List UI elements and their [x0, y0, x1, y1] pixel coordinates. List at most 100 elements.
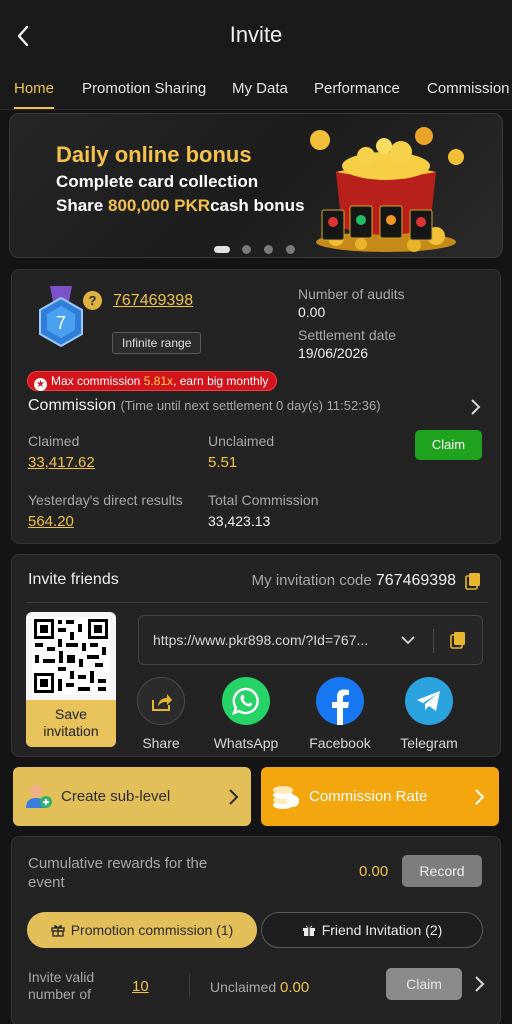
promo-banner[interactable]: Daily online bonus Complete card collect…: [9, 113, 503, 258]
treasure-pot-icon: [310, 127, 464, 252]
carousel-dot[interactable]: [286, 245, 295, 255]
cumulative-rewards-label: Cumulative rewards for the event: [28, 855, 208, 891]
telegram-button[interactable]: Telegram: [389, 677, 469, 751]
invite-link: https://www.pkr898.com/?Id=767...: [153, 632, 369, 648]
banner-line-1: Complete card collection: [56, 172, 259, 191]
carousel-dot[interactable]: [242, 245, 251, 255]
max-commission-value: 5.81x: [143, 374, 174, 388]
coins-icon: [273, 786, 299, 809]
unclaimed-label: Unclaimed: [208, 433, 275, 449]
telegram-icon: [405, 677, 453, 725]
gift-icon: [302, 925, 315, 936]
valid-invites-value: 10: [132, 978, 149, 995]
carousel-dot[interactable]: [214, 246, 230, 254]
banner-amount: 800,000 PKR: [107, 196, 211, 215]
facebook-icon: [316, 677, 364, 725]
vip-level-badge: 7: [39, 286, 83, 348]
tab-friend-invitation[interactable]: Friend Invitation (2): [261, 912, 483, 948]
rewards-unclaimed-label: Unclaimed: [210, 979, 277, 995]
copy-icon[interactable]: [450, 631, 466, 649]
unclaimed-value: 5.51: [208, 454, 238, 471]
chevron-right-icon: [229, 789, 239, 805]
total-commission-value: 33,423.13: [208, 513, 271, 529]
tab-performance[interactable]: Performance: [314, 80, 400, 97]
active-tab-indicator: [14, 107, 54, 109]
user-add-icon: [26, 785, 52, 808]
rewards-card: Cumulative rewards for the event 0.00 Re…: [11, 836, 501, 1024]
max-commission-suffix: , earn big monthly: [173, 374, 269, 388]
create-sub-level-label: Create sub-level: [61, 788, 171, 805]
telegram-label: Telegram: [400, 735, 458, 751]
yesterday-label: Yesterday's direct results: [28, 492, 183, 508]
invite-card: Invite friends My invitation code 767469…: [11, 554, 501, 757]
commission-rate-label: Commission Rate: [309, 788, 428, 805]
commission-title[interactable]: Commission (Time until next settlement 0…: [28, 397, 381, 415]
share-button[interactable]: Share: [121, 677, 201, 751]
yesterday-value: 564.20: [28, 513, 74, 530]
audits-label: Number of audits: [298, 286, 405, 302]
rewards-claim-button[interactable]: Claim: [386, 968, 462, 1000]
settlement-value: 19/06/2026: [298, 345, 369, 361]
user-id: 767469398: [113, 292, 194, 309]
qr-code-card[interactable]: Save invitation: [26, 612, 116, 747]
divider: [433, 629, 434, 653]
chevron-right-icon: [475, 789, 485, 805]
whatsapp-icon: [222, 677, 270, 725]
settlement-label: Settlement date: [298, 327, 397, 343]
divider: [26, 602, 488, 603]
invitation-code-value: 767469398: [375, 572, 456, 589]
facebook-label: Facebook: [309, 735, 371, 751]
header: Invite: [0, 0, 512, 70]
rewards-unclaimed-value: 0.00: [280, 979, 310, 996]
star-icon: ★: [34, 378, 47, 391]
save-invitation-button[interactable]: Save invitation: [26, 700, 116, 747]
copy-icon[interactable]: [465, 572, 481, 590]
claim-button[interactable]: Claim: [415, 430, 482, 460]
commission-rate-button[interactable]: Commission Rate: [261, 767, 499, 826]
facebook-button[interactable]: Facebook: [300, 677, 380, 751]
tab-my-data[interactable]: My Data: [232, 80, 288, 97]
level-number: 7: [56, 313, 66, 333]
share-icon: [137, 677, 185, 725]
divider: [189, 973, 190, 997]
commission-label: Commission: [28, 397, 117, 414]
banner-line-2: Share 800,000 PKRcash bonus: [56, 196, 305, 216]
create-sub-level-button[interactable]: Create sub-level: [13, 767, 251, 826]
commission-card: 7 ? 767469398 Infinite range Number of a…: [11, 269, 501, 544]
banner-title: Daily online bonus: [56, 142, 252, 167]
share-label: Share: [142, 735, 180, 751]
max-commission-prefix: Max commission: [51, 374, 144, 388]
chevron-down-icon[interactable]: [401, 635, 415, 645]
tab-home[interactable]: Home: [14, 80, 54, 97]
range-badge: Infinite range: [112, 332, 202, 354]
help-icon[interactable]: ?: [83, 291, 102, 310]
tab-bar: Home Promotion Sharing My Data Performan…: [0, 70, 512, 110]
banner-line-2-prefix: Share: [56, 196, 108, 215]
tab-promotion-commission[interactable]: Promotion commission (1): [27, 912, 257, 948]
banner-line-2-suffix: cash bonus: [210, 196, 305, 215]
tab-promotion-sharing[interactable]: Promotion Sharing: [82, 80, 206, 97]
whatsapp-label: WhatsApp: [213, 735, 279, 751]
carousel-dots: [214, 241, 308, 255]
rewards-unclaimed: Unclaimed 0.00: [210, 979, 309, 996]
cumulative-rewards-value: 0.00: [359, 863, 389, 880]
page-title: Invite: [229, 22, 283, 47]
friend-invitation-label: Friend Invitation (2): [321, 922, 443, 938]
carousel-dot[interactable]: [264, 245, 273, 255]
audits-value: 0.00: [298, 304, 326, 320]
valid-invites-label: Invite valid number of: [28, 969, 95, 1002]
tab-commission[interactable]: Commission: [427, 80, 510, 97]
settlement-countdown: (Time until next settlement 0 day(s) 11:…: [120, 398, 381, 413]
chevron-right-icon[interactable]: [473, 975, 485, 993]
whatsapp-button[interactable]: WhatsApp: [206, 677, 286, 751]
qr-code: [32, 617, 110, 695]
invitation-code-label: My invitation code: [251, 572, 372, 589]
promotion-commission-label: Promotion commission (1): [70, 922, 234, 938]
total-commission-label: Total Commission: [208, 492, 319, 508]
claimed-label: Claimed: [28, 433, 80, 449]
chevron-right-icon[interactable]: [469, 398, 481, 416]
invitation-code: My invitation code 767469398: [252, 572, 456, 590]
claimed-value: 33,417.62: [28, 454, 95, 471]
invite-link-field[interactable]: https://www.pkr898.com/?Id=767...: [138, 615, 483, 665]
record-button[interactable]: Record: [402, 855, 482, 887]
